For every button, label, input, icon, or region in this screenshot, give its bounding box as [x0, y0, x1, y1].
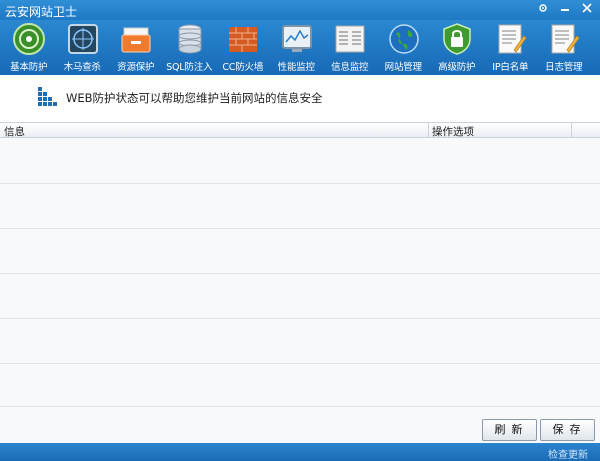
- tool-label: IP白名单: [492, 62, 529, 73]
- performance-monitor-icon: [281, 25, 312, 52]
- log-icon: [551, 24, 580, 54]
- button-bar: 刷新 保存: [0, 412, 600, 443]
- table-row-line: [0, 363, 600, 364]
- tool-info-monitor[interactable]: 信息监控: [323, 20, 377, 75]
- tool-trojan-scan[interactable]: 木马查杀: [56, 20, 110, 75]
- save-button[interactable]: 保存: [540, 419, 595, 441]
- tool-firewall[interactable]: CC防火墙: [216, 20, 270, 75]
- table-row-line: [0, 228, 600, 229]
- tool-sql-injection[interactable]: SQL防注入: [163, 20, 217, 75]
- column-header-info[interactable]: 信息: [4, 124, 25, 139]
- table-row-line: [0, 406, 600, 407]
- title-bar: 云安网站卫士: [0, 0, 600, 20]
- tool-label: 日志管理: [545, 62, 583, 73]
- column-divider[interactable]: [571, 123, 572, 137]
- trojan-scan-icon: [67, 24, 98, 54]
- gear-icon[interactable]: [532, 1, 554, 18]
- tool-label: 信息监控: [331, 62, 369, 73]
- window-title: 云安网站卫士: [5, 5, 78, 19]
- tool-label: 网站管理: [384, 62, 422, 73]
- tool-site-management[interactable]: 网站管理: [377, 20, 431, 75]
- basic-protection-icon: [13, 23, 45, 55]
- globe-icon: [388, 24, 419, 54]
- check-update-link[interactable]: 检查更新: [548, 446, 588, 461]
- tool-label: 基本防护: [10, 62, 48, 73]
- tool-label: SQL防注入: [166, 62, 213, 73]
- tool-advanced-protection[interactable]: 高级防护: [430, 20, 484, 75]
- tool-label: CC防火墙: [222, 62, 264, 73]
- table-body[interactable]: [0, 138, 600, 412]
- column-header-actions[interactable]: 操作选项: [432, 124, 474, 139]
- lock-shield-icon: [443, 23, 471, 55]
- tool-label: 资源保护: [117, 62, 155, 73]
- close-icon[interactable]: [576, 1, 598, 18]
- tool-resource-protection[interactable]: 资源保护: [109, 20, 163, 75]
- dots-grid-icon: [38, 87, 58, 107]
- tool-label: 高级防护: [438, 62, 476, 73]
- table-row-line: [0, 183, 600, 184]
- info-monitor-icon: [335, 25, 365, 53]
- status-header: WEB防护状态可以帮助您维护当前网站的信息安全: [0, 75, 600, 122]
- tool-label: 性能监控: [277, 62, 315, 73]
- tool-basic-protection[interactable]: 基本防护: [2, 20, 56, 75]
- status-bar: 检查更新: [0, 443, 600, 461]
- tool-ip-whitelist[interactable]: IP白名单: [484, 20, 538, 75]
- firewall-icon: [229, 27, 257, 52]
- column-divider[interactable]: [428, 123, 429, 137]
- window-controls: [532, 1, 598, 18]
- main-toolbar: 基本防护 木马查杀 资源保护 SQL防注入 CC防火墙 性能监控 信息监控 网站…: [0, 20, 600, 75]
- table-row-line: [0, 318, 600, 319]
- tool-log-management[interactable]: 日志管理: [537, 20, 591, 75]
- ip-whitelist-icon: [498, 24, 527, 54]
- header-description: WEB防护状态可以帮助您维护当前网站的信息安全: [66, 91, 323, 105]
- tool-performance-monitor[interactable]: 性能监控: [270, 20, 324, 75]
- minimize-icon[interactable]: [554, 1, 576, 18]
- table-row-line: [0, 273, 600, 274]
- resource-protection-icon: [121, 27, 151, 53]
- refresh-button[interactable]: 刷新: [482, 419, 537, 441]
- tool-label: 木马查杀: [63, 62, 101, 73]
- sql-injection-icon: [178, 24, 201, 54]
- table-header: 信息 操作选项: [0, 122, 600, 138]
